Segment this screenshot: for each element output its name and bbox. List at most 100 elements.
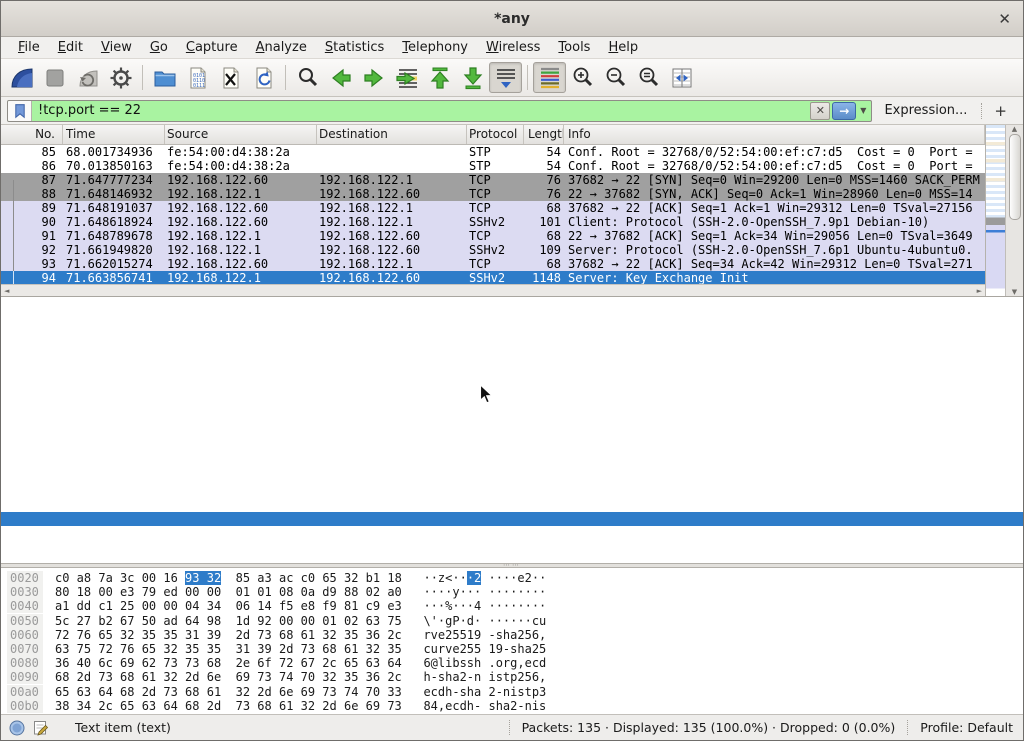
detail-tree-row[interactable]: Sequence number: 42 (relative sequence n… (1, 330, 1023, 344)
go-last-button[interactable] (456, 62, 489, 93)
scroll-left-icon[interactable]: ◄ (4, 287, 9, 295)
capture-options-button[interactable] (104, 62, 137, 93)
capture-stop-button[interactable] (38, 62, 71, 93)
hex-row[interactable]: 0040a1 dd c1 25 00 00 04 34 06 14 f5 e8 … (7, 599, 1023, 613)
hex-row[interactable]: 00b038 34 2c 65 63 64 68 2d 73 68 61 32 … (7, 699, 1023, 713)
detail-tree-row[interactable]: ▾SSH Protocol (1, 540, 1023, 554)
packet-row[interactable]: 86 70.013850163 fe:54:00:d4:38:2a STP 54… (1, 159, 985, 173)
menu-item[interactable]: File (9, 40, 49, 55)
intelligent-scrollbar-minimap[interactable] (985, 125, 1005, 296)
detail-tree-row[interactable]: [Calculated window size: 29056] (1, 414, 1023, 428)
title-bar[interactable]: *any ✕ (1, 1, 1023, 37)
menu-item[interactable]: Edit (49, 40, 92, 55)
zoom-reset-icon (636, 65, 662, 91)
scrollbar-thumb[interactable] (1009, 134, 1021, 220)
packet-row[interactable]: 91 71.648789678 192.168.122.1 192.168.12… (1, 229, 985, 243)
scroll-up-icon[interactable]: ▲ (1012, 125, 1017, 133)
detail-tree-row[interactable]: Urgent pointer: 0 (1, 470, 1023, 484)
hex-row[interactable]: 0020c0 a8 7a 3c 00 16 93 32 85 a3 ac c0 … (7, 571, 1023, 585)
column-header[interactable]: Protocol (467, 125, 524, 144)
hex-row[interactable]: 00a065 63 64 68 2d 73 68 61 32 2d 6e 69 … (7, 685, 1023, 699)
go-forward-button[interactable] (357, 62, 390, 93)
detail-tree-row[interactable]: [Window size scaling factor: 128] (1, 428, 1023, 442)
hex-row[interactable]: 009068 2d 73 68 61 32 2d 6e 69 73 74 70 … (7, 670, 1023, 684)
close-window-button[interactable]: ✕ (998, 10, 1011, 28)
packet-row[interactable]: 94 71.663856741 192.168.122.1 192.168.12… (1, 271, 985, 284)
menu-item[interactable]: Telephony (393, 40, 477, 55)
menu-item[interactable]: Analyze (247, 40, 316, 55)
hex-row[interactable]: 00505c 27 b2 67 50 ad 64 98 1d 92 00 00 … (7, 614, 1023, 628)
hex-row[interactable]: 008036 40 6c 69 62 73 73 68 2e 6f 72 67 … (7, 656, 1023, 670)
packet-row[interactable]: 93 71.662015274 192.168.122.60 192.168.1… (1, 257, 985, 271)
capture-restart-button[interactable] (71, 62, 104, 93)
detail-tree-row[interactable]: Acknowledgment number: 34 (relative ack … (1, 358, 1023, 372)
filter-clear-button[interactable]: ✕ (810, 102, 830, 120)
detail-tree-row[interactable]: TCP payload (1080 bytes) (1, 526, 1023, 540)
detail-tree-row[interactable]: [Checksum Status: Unverified] (1, 456, 1023, 470)
column-header[interactable]: Length (524, 125, 564, 144)
packet-row[interactable]: 90 71.648618924 192.168.122.60 192.168.1… (1, 215, 985, 229)
detail-tree-row[interactable]: ▸[SEQ/ACK analysis] (1, 498, 1023, 512)
detail-tree-row[interactable]: ▸Options: (12 bytes), No-Operation (NOP)… (1, 484, 1023, 498)
column-header[interactable]: Time (63, 125, 165, 144)
menu-item[interactable]: Help (599, 40, 647, 55)
scroll-down-icon[interactable]: ▼ (1012, 288, 1017, 296)
hex-row[interactable]: 006072 76 65 32 35 35 31 39 2d 73 68 61 … (7, 628, 1023, 642)
detail-tree-row[interactable]: ▸Flags: 0x018 (PSH, ACK) (1, 386, 1023, 400)
auto-scroll-button[interactable] (489, 62, 522, 93)
menu-item[interactable]: Capture (177, 40, 247, 55)
filter-apply-button[interactable]: → (832, 102, 856, 120)
detail-tree-row[interactable]: 1000 .... = Header Length: 32 bytes (8) (1, 372, 1023, 386)
display-filter-field[interactable]: ✕ → ▼ (7, 100, 872, 122)
go-first-button[interactable] (423, 62, 456, 93)
file-open-button[interactable] (148, 62, 181, 93)
detail-tree-row[interactable]: [Next sequence number: 1122 (relative se… (1, 344, 1023, 358)
hex-row[interactable]: 003080 18 00 e3 79 ed 00 00 01 01 08 0a … (7, 585, 1023, 599)
filter-dropdown-caret[interactable]: ▼ (857, 106, 871, 115)
column-header[interactable]: No. (1, 125, 63, 144)
packet-row[interactable]: 88 71.648146932 192.168.122.1 192.168.12… (1, 187, 985, 201)
hex-row[interactable]: 007063 75 72 76 65 32 35 35 31 39 2d 73 … (7, 642, 1023, 656)
menu-item[interactable]: Tools (549, 40, 599, 55)
menu-item[interactable]: View (92, 40, 141, 55)
zoom-reset-button[interactable] (632, 62, 665, 93)
column-header[interactable]: Destination (317, 125, 467, 144)
packet-row[interactable]: 85 68.001734936 fe:54:00:d4:38:2a STP 54… (1, 145, 985, 159)
display-filter-input[interactable] (32, 103, 809, 118)
zoom-out-button[interactable] (599, 62, 632, 93)
expert-info-button[interactable] (9, 720, 25, 736)
zoom-in-button[interactable] (566, 62, 599, 93)
column-header[interactable]: Source (165, 125, 317, 144)
detail-tree-row[interactable]: ▸SSH Version 2 (encryption:chacha20-poly… (1, 554, 1023, 563)
column-header[interactable]: Info (564, 125, 985, 144)
go-to-packet-button[interactable] (390, 62, 423, 93)
profile-indicator[interactable]: Profile: Default (920, 720, 1013, 735)
menu-item[interactable]: Wireless (477, 40, 549, 55)
resize-columns-button[interactable] (665, 62, 698, 93)
detail-tree-row[interactable]: Window size value: 227 (1, 400, 1023, 414)
detail-tree-row[interactable]: ▸[Timestamps] (1, 512, 1023, 526)
capture-start-button[interactable] (5, 62, 38, 93)
file-save-button[interactable]: 010101100111 (181, 62, 214, 93)
scroll-right-icon[interactable]: ► (977, 287, 982, 295)
file-close-button[interactable] (214, 62, 247, 93)
menu-item[interactable]: Go (141, 40, 177, 55)
packet-row[interactable]: 87 71.647777234 192.168.122.60 192.168.1… (1, 173, 985, 187)
colorize-button[interactable] (533, 62, 566, 93)
find-packet-button[interactable] (291, 62, 324, 93)
capture-comment-button[interactable] (33, 720, 49, 736)
packet-list-hscrollbar[interactable]: ◄ ► (1, 284, 985, 296)
detail-tree-row[interactable]: Checksum: 0x79ed [unverified] (1, 442, 1023, 456)
file-reload-button[interactable] (247, 62, 280, 93)
menu-item[interactable]: Statistics (316, 40, 393, 55)
detail-tree-row[interactable]: [Stream index: 0] (1, 302, 1023, 316)
toolbar-separator (285, 65, 286, 90)
filter-bookmark-button[interactable] (8, 101, 32, 121)
packet-list-vscrollbar[interactable]: ▲ ▼ (1005, 125, 1023, 296)
expression-button[interactable]: Expression... (884, 103, 967, 118)
go-back-button[interactable] (324, 62, 357, 93)
packet-row[interactable]: 89 71.648191037 192.168.122.60 192.168.1… (1, 201, 985, 215)
detail-tree-row[interactable]: [TCP Segment Len: 1080] (1, 316, 1023, 330)
packet-row[interactable]: 92 71.661949820 192.168.122.1 192.168.12… (1, 243, 985, 257)
add-filter-button[interactable]: + (986, 102, 1017, 120)
